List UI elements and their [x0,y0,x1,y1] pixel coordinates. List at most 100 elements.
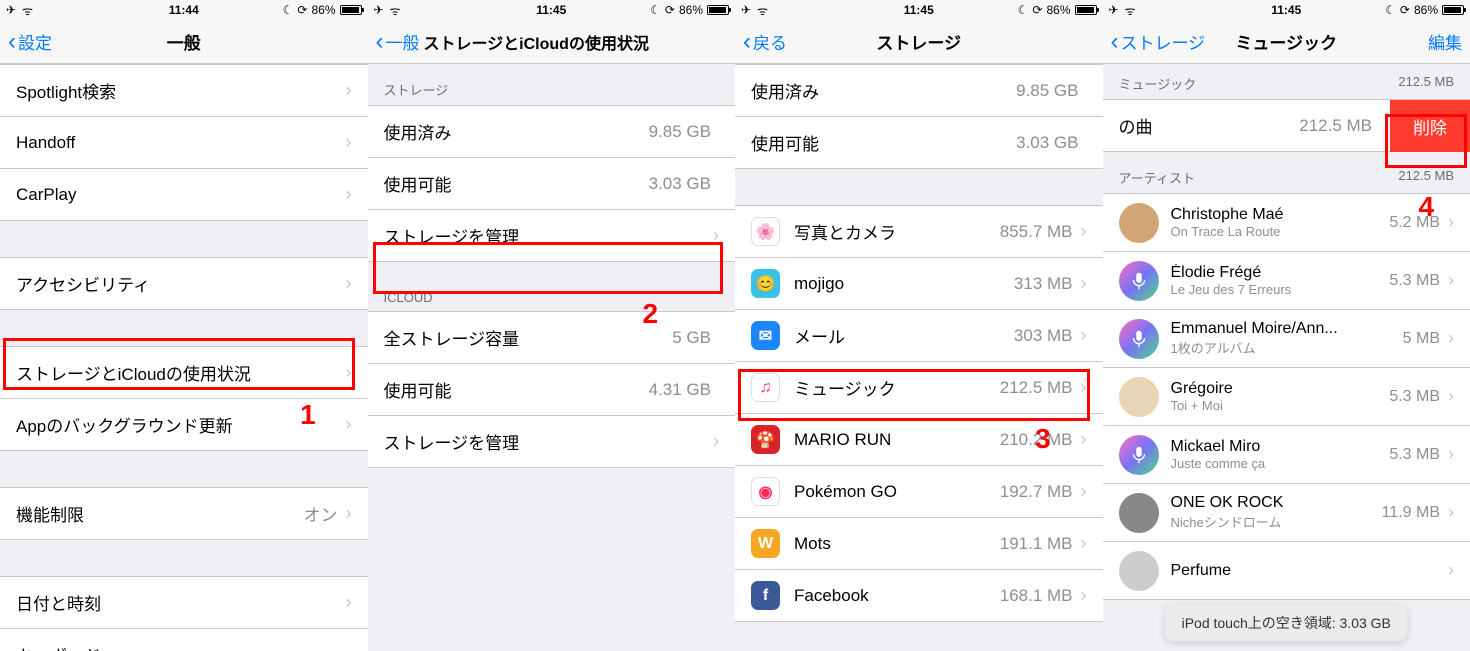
cell-label: キーボード [16,642,346,651]
artist-row[interactable]: GrégoireToi + Moi5.3 MB› [1103,368,1470,426]
cell-label: 全ストレージ容量 [384,325,673,350]
nav-bar: ‹設定 一般 [0,20,368,64]
chevron-right-icon: › [1448,212,1454,233]
artist-name: Christophe Maé [1171,206,1390,224]
mic-icon [1119,319,1159,359]
screen-storage: ᯤ 11:45 ⟳86% ‹戻る ストレージ 使用済み9.85 GB 使用可能3… [735,0,1103,651]
nav-back-button[interactable]: ‹設定 [8,29,52,54]
cell-value: 4.31 GB [649,380,711,400]
artist-row[interactable]: ONE OK ROCKNicheシンドローム11.9 MB› [1103,484,1470,542]
moon-icon [283,3,294,17]
row-restrictions[interactable]: 機能制限オン› [0,488,368,540]
app-icon: f [751,581,780,610]
artist-sub: Juste comme ça [1171,456,1390,471]
nav-back-button[interactable]: ‹戻る [743,29,787,54]
row-manage-storage[interactable]: ストレージを管理› [368,210,736,262]
app-icon: ✉ [751,321,780,350]
chevron-right-icon: › [346,362,352,383]
chevron-right-icon: › [1081,273,1087,294]
app-row-mots[interactable]: WMots191.1 MB› [735,518,1103,570]
cell-label: 日付と時刻 [16,590,346,615]
chevron-right-icon: › [1448,502,1454,523]
artist-row[interactable]: Élodie FrégéLe Jeu des 7 Erreurs5.3 MB› [1103,252,1470,310]
section-label: アーティスト [1119,168,1195,187]
nav-back-label: 一般 [386,29,420,54]
row-keyboard[interactable]: キーボード› [0,629,368,651]
status-bar: ᯤ 11:45 ⟳86% [1103,0,1470,20]
app-row-music[interactable]: ♫ミュージック212.5 MB› [735,362,1103,414]
row-icloud-total: 全ストレージ容量5 GB [368,312,736,364]
artist-name: Grégoire [1171,380,1390,398]
chevron-left-icon: ‹ [8,30,16,54]
status-time: 11:45 [904,3,934,17]
moon-icon [1385,3,1396,17]
artist-row[interactable]: Emmanuel Moire/Ann...1枚のアルバム5 MB› [1103,310,1470,368]
content: ミュージック212.5 MB の曲 212.5 MB 削除 アーティスト212.… [1103,64,1470,600]
artist-sub: 1枚のアルバム [1171,338,1403,357]
nav-title: ミュージック [1235,29,1337,54]
chevron-right-icon: › [1081,221,1087,242]
chevron-right-icon: › [1448,270,1454,291]
section-header-music: ミュージック212.5 MB [1103,64,1470,99]
artist-name: Emmanuel Moire/Ann... [1171,320,1403,338]
row-handoff[interactable]: Handoff› [0,117,368,169]
artist-row[interactable]: Perfume› [1103,542,1470,600]
cell-value: オン [304,501,338,526]
app-row-photos[interactable]: 🌸写真とカメラ855.7 MB› [735,206,1103,258]
app-row-mail[interactable]: ✉メール303 MB› [735,310,1103,362]
cell-label: 使用可能 [751,130,1016,155]
cell-label: 使用可能 [384,171,649,196]
orientation-lock-icon: ⟳ [1400,3,1410,17]
chevron-right-icon: › [713,225,719,246]
moon-icon [650,3,661,17]
app-icon: 😊 [751,269,780,298]
screen-storage-icloud-usage: ᯤ 11:45 ⟳86% ‹一般 ストレージとiCloudの使用状況 ストレージ… [368,0,736,651]
battery-icon [340,5,362,15]
app-label: Facebook [794,586,1000,606]
row-available: 使用可能3.03 GB [368,158,736,210]
cell-label: アクセシビリティ [16,271,346,296]
nav-edit-button[interactable]: 編集 [1428,29,1462,54]
nav-back-button[interactable]: ‹一般 [376,29,420,54]
status-bar: ᯤ 11:45 ⟳86% [735,0,1103,20]
row-spotlight[interactable]: Spotlight検索› [0,65,368,117]
delete-button[interactable]: 削除 [1390,100,1470,152]
cell-label: ストレージを管理 [384,223,714,248]
section-header-artist: アーティスト212.5 MB [1103,152,1470,193]
app-size: 303 MB [1014,326,1073,346]
artist-row[interactable]: Christophe MaéOn Trace La Route5.2 MB› [1103,194,1470,252]
section-size: 212.5 MB [1398,74,1454,93]
battery-percent: 86% [1046,3,1070,17]
row-accessibility[interactable]: アクセシビリティ› [0,258,368,310]
orientation-lock-icon: ⟳ [665,3,675,17]
cell-value: 9.85 GB [649,122,711,142]
row-datetime[interactable]: 日付と時刻› [0,577,368,629]
app-row-facebook[interactable]: fFacebook168.1 MB› [735,570,1103,622]
battery-percent: 86% [679,3,703,17]
app-size: 313 MB [1014,274,1073,294]
row-storage-icloud[interactable]: ストレージとiCloudの使用状況› [0,347,368,399]
app-size: 212.5 MB [1000,378,1073,398]
mic-icon [1119,261,1159,301]
artist-size: 5.3 MB [1389,446,1440,464]
orientation-lock-icon: ⟳ [297,3,307,17]
cell-value: 5 GB [672,328,711,348]
wifi-icon: ᯤ [1125,2,1136,19]
chevron-right-icon: › [1081,533,1087,554]
app-row-mojigo[interactable]: 😊mojigo313 MB› [735,258,1103,310]
chevron-right-icon: › [346,644,352,651]
nav-back-label: 設定 [18,29,52,54]
row-carplay[interactable]: CarPlay› [0,169,368,221]
status-bar: ᯤ 11:44 ⟳86% [0,0,368,20]
chevron-right-icon: › [1448,560,1454,581]
artist-row[interactable]: Mickael MiroJuste comme ça5.3 MB› [1103,426,1470,484]
nav-back-button[interactable]: ‹ストレージ [1111,29,1206,54]
wifi-icon: ᯤ [757,2,768,19]
nav-back-label: ストレージ [1121,29,1206,54]
airplane-icon [6,3,16,17]
chevron-right-icon: › [346,184,352,205]
artist-avatar [1119,377,1159,417]
row-icloud-manage[interactable]: ストレージを管理› [368,416,736,468]
cell-value: 212.5 MB [1299,116,1372,136]
app-row-pokemon[interactable]: ◉Pokémon GO192.7 MB› [735,466,1103,518]
